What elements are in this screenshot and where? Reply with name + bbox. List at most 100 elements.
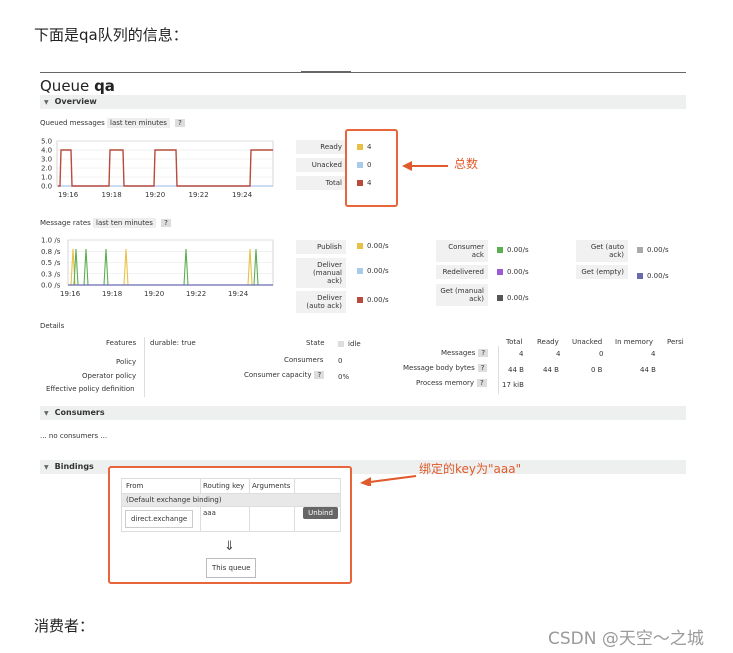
body-bytes-unacked: 0 B — [591, 366, 603, 374]
overview-section-header[interactable]: ▼ Overview — [40, 95, 686, 109]
rate-label-deliver-manual: Deliver (manual ack) — [296, 258, 346, 288]
deliver-auto-swatch — [357, 297, 363, 303]
rates-x-tick: 19:16 — [60, 290, 81, 298]
consumer-ack-rate: 0.00/s — [507, 246, 529, 254]
details-divider — [144, 337, 145, 397]
queued-y-tick: 5.0 — [41, 138, 52, 146]
header-rule-marker — [301, 71, 351, 73]
rate-spike — [253, 248, 259, 286]
features-label: Features — [106, 339, 137, 347]
queued-messages-header: Queued messages last ten minutes ? — [40, 118, 185, 128]
rates-x-tick: 19:18 — [102, 290, 122, 298]
rates-x-tick: 19:24 — [228, 290, 249, 298]
deliver-auto-rate: 0.00/s — [367, 296, 389, 304]
page-title-prefix: Queue — [40, 77, 90, 95]
policy-label: Policy — [116, 358, 137, 366]
state-idle: idle — [348, 340, 361, 348]
features-value: durable: true — [150, 339, 196, 347]
details-label: Details — [40, 322, 65, 330]
deliver-manual-swatch — [357, 268, 363, 274]
state-value: idle — [338, 340, 361, 348]
deliver-manual-rate: 0.00/s — [367, 267, 389, 275]
page-title: Queue qa — [40, 77, 115, 95]
collapse-triangle-icon: ▼ — [44, 464, 49, 471]
process-memory-help[interactable]: ? — [477, 379, 487, 387]
row-process-memory-label: Process memory? — [416, 379, 487, 387]
rates-y-tick: 0.3 /s — [41, 270, 61, 278]
queued-y-tick: 3.0 — [41, 156, 52, 164]
total-highlight-box — [345, 129, 398, 207]
bindings-highlight-box — [108, 466, 352, 584]
queued-legend-ready: Ready — [296, 140, 346, 154]
rates-y-tick: 0.5 /s — [41, 259, 61, 267]
get-manual-rate: 0.00/s — [507, 294, 529, 302]
body-bytes-total: 44 B — [508, 366, 524, 374]
rate-spike — [73, 248, 79, 286]
queued-legend-total: Total — [296, 176, 346, 190]
get-empty-rate: 0.00/s — [647, 272, 669, 280]
legend-total-label: Total — [296, 176, 346, 190]
rates-y-tick: 0.0 /s — [41, 282, 61, 290]
rate-label-get-manual: Get (manual ack) — [436, 284, 488, 306]
state-indicator — [338, 341, 344, 347]
details-table-divider — [498, 346, 499, 394]
get-auto-swatch — [637, 247, 643, 253]
rates-range-selector[interactable]: last ten minutes — [93, 218, 156, 228]
col-in-memory: In memory — [615, 338, 653, 346]
get-manual-swatch — [497, 295, 503, 301]
watermark: CSDN @天空～之城 — [548, 629, 704, 649]
queued-messages-chart: 5.04.03.02.01.00.0 19:16 19:18 19:20 19:22 1… — [41, 138, 274, 199]
queued-legend-unacked: Unacked — [296, 158, 346, 172]
intro-text: 下面是qa队列的信息： — [34, 26, 188, 44]
annotation-total: 总数 — [454, 157, 479, 171]
features-key: durable: — [150, 339, 180, 347]
get-empty-swatch — [637, 273, 643, 279]
consumers-section-header[interactable]: ▼ Consumers — [40, 406, 686, 420]
body-bytes-ready: 44 B — [543, 366, 559, 374]
collapse-triangle-icon: ▼ — [44, 410, 49, 417]
rate-spike — [247, 248, 253, 286]
message-rates-chart: 1.0 /s 0.8 /s 0.5 /s 0.3 /s 0.0 /s 19:16 19:1… — [41, 237, 274, 298]
rates-help-button[interactable]: ? — [161, 219, 171, 227]
rate-label-get-empty: Get (empty) — [576, 265, 628, 279]
body-bytes-help[interactable]: ? — [477, 364, 488, 372]
rate-spike — [123, 248, 129, 286]
row-body-bytes-label: Message body bytes? — [403, 364, 488, 372]
collapse-triangle-icon: ▼ — [44, 99, 49, 106]
rates-y-tick: 1.0 /s — [41, 237, 61, 245]
col-unacked: Unacked — [572, 338, 603, 346]
consumer-heading: 消费者： — [34, 617, 95, 635]
consumer-ack-swatch — [497, 247, 503, 253]
queued-x-tick: 19:22 — [189, 191, 209, 199]
legend-unacked-label: Unacked — [296, 158, 346, 172]
body-bytes-label: Message body bytes — [403, 364, 475, 372]
messages-help[interactable]: ? — [478, 349, 489, 357]
process-memory-label: Process memory — [416, 379, 475, 387]
queue-name: qa — [94, 77, 115, 95]
rate-label-publish: Publish — [296, 240, 346, 254]
consumer-capacity-help[interactable]: ? — [314, 371, 325, 379]
queued-y-tick: 2.0 — [41, 165, 52, 173]
queued-x-tick: 19:24 — [232, 191, 253, 199]
col-total: Total — [506, 338, 523, 346]
no-consumers-text: ... no consumers ... — [40, 432, 108, 440]
queued-y-tick: 4.0 — [41, 147, 52, 155]
messages-ready: 4 — [556, 350, 561, 358]
messages-label: Messages — [441, 349, 476, 357]
rate-label-consumer-ack: Consumer ack — [436, 240, 488, 262]
queued-x-tick: 19:18 — [102, 191, 122, 199]
bindings-annotation-arrow-icon — [360, 475, 417, 486]
queued-x-tick: 19:20 — [145, 191, 165, 199]
annotation-arrow-icon — [402, 161, 448, 171]
queued-range-selector[interactable]: last ten minutes — [107, 118, 170, 128]
features-durable-value: true — [181, 339, 196, 347]
messages-total: 4 — [519, 350, 524, 358]
overview-label: Overview — [54, 97, 97, 106]
messages-unacked: 0 — [599, 350, 604, 358]
rate-spike — [103, 248, 109, 286]
rate-label-get-auto: Get (auto ack) — [576, 240, 628, 262]
process-memory-total: 17 kiB — [502, 381, 524, 389]
queued-help-button[interactable]: ? — [175, 119, 185, 127]
messages-in-memory: 4 — [651, 350, 656, 358]
row-messages-label: Messages? — [441, 349, 489, 357]
